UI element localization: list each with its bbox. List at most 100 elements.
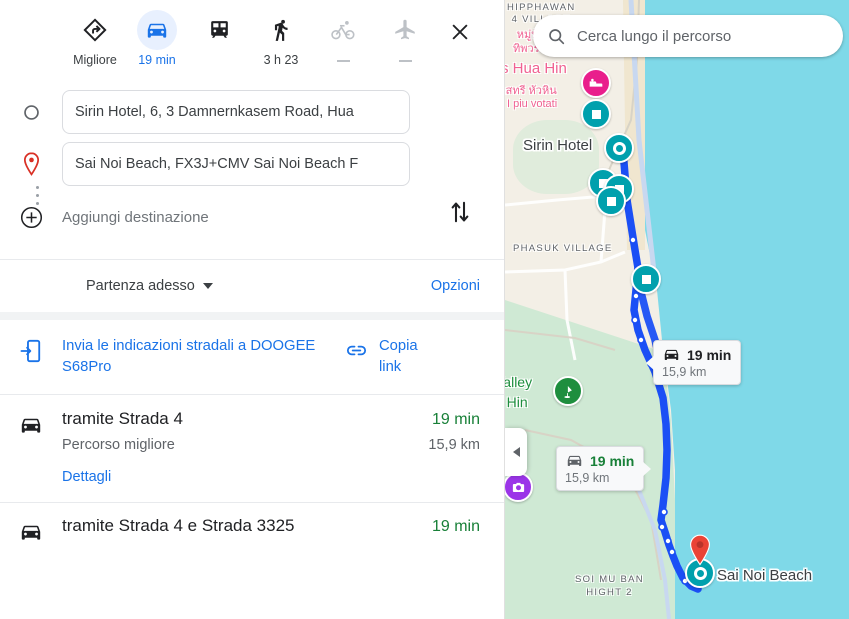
- car-icon: [21, 525, 41, 540]
- badge-tail: [646, 355, 655, 371]
- route-option-primary[interactable]: tramite Strada 4 19 min Percorso miglior…: [0, 395, 504, 502]
- circle-outline-icon: [23, 104, 39, 120]
- destination-input[interactable]: Sai Noi Beach, FX3J+CMV Sai Noi Beach F: [62, 142, 410, 186]
- flights-bubble: [385, 10, 425, 50]
- add-destination-icon-wrap: [0, 206, 62, 229]
- route-primary-body: tramite Strada 4 19 min Percorso miglior…: [62, 409, 504, 486]
- bicycle-icon: [331, 21, 355, 40]
- route-car-icon-wrap: [0, 409, 62, 486]
- route-primary-time: 19 min: [431, 411, 480, 428]
- route-option-alternate[interactable]: tramite Strada 4 e Strada 3325 19 min: [0, 503, 504, 561]
- endpoints-section: Sirin Hotel, 6, 3 Damnernkasem Road, Hua…: [0, 79, 504, 259]
- transit-bubble: [199, 10, 239, 50]
- link-icon: [346, 345, 367, 356]
- origin-row: Sirin Hotel, 6, 3 Damnernkasem Road, Hua: [0, 86, 504, 138]
- route-options-link[interactable]: Opzioni: [431, 278, 480, 294]
- car-icon: [664, 349, 679, 361]
- badge-primary-row: 19 min: [662, 345, 731, 364]
- square-glyph: [606, 196, 616, 206]
- origin-value: Sirin Hotel, 6, 3 Damnernkasem Road, Hua: [75, 104, 354, 120]
- poi-teal-route[interactable]: [631, 264, 661, 294]
- send-to-phone-icon-wrap: [0, 336, 62, 364]
- golf-icon: [563, 385, 572, 398]
- route-primary-subtitle: Percorso migliore: [62, 437, 175, 453]
- route-alt-line1: tramite Strada 4 e Strada 3325 19 min: [62, 516, 480, 536]
- tab-flights-dash: [398, 60, 412, 62]
- cycling-bubble: [323, 10, 363, 50]
- best-route-bubble: [75, 10, 115, 50]
- tab-walking-label: 3 h 23: [263, 53, 299, 67]
- flight-icon: [395, 19, 415, 40]
- destination-row: Sai Noi Beach, FX3J+CMV Sai Noi Beach F: [0, 138, 504, 190]
- map-canvas[interactable]: Cerca lungo il percorso HIPPHAWAN 4 VILL…: [505, 0, 849, 619]
- poi-golf-green[interactable]: [553, 376, 583, 406]
- copy-link-label: Copia link: [379, 338, 418, 375]
- transit-icon: [210, 20, 228, 38]
- close-icon: [452, 24, 468, 40]
- destination-pin-icon: [23, 152, 39, 176]
- destination-pin-marker[interactable]: [688, 534, 710, 566]
- car-icon: [21, 418, 41, 433]
- collapse-panel-button[interactable]: [505, 428, 527, 476]
- section-gap: [0, 312, 504, 320]
- poi-sirin-hotel[interactable]: [604, 133, 634, 163]
- badge-alternate-distance: 15,9 km: [565, 471, 610, 485]
- maps-directions-screen: Migliore 19 min 3 h 23 Sirin Hotel, 6, 3…: [0, 0, 849, 619]
- travel-mode-tabs: Migliore 19 min 3 h 23: [0, 0, 504, 79]
- tab-driving[interactable]: 19 min: [126, 6, 188, 67]
- search-along-route-bar[interactable]: Cerca lungo il percorso: [533, 15, 843, 57]
- route-primary-details-link[interactable]: Dettagli: [62, 469, 111, 485]
- tab-transit[interactable]: [188, 6, 250, 53]
- selected-ring-glyph: [612, 141, 626, 155]
- route-alt-time: 19 min: [431, 518, 480, 535]
- route-primary-distance: 15,9 km: [428, 437, 480, 453]
- departure-time-dropdown[interactable]: Partenza adesso: [86, 278, 213, 294]
- square-glyph: [591, 109, 601, 119]
- send-directions-link[interactable]: Invia le indicazioni stradali a DOOGEE S…: [62, 336, 332, 378]
- destination-icon-wrap: [0, 152, 62, 176]
- badge-tail: [642, 461, 652, 477]
- close-directions-button[interactable]: [440, 12, 480, 52]
- bed-icon: [589, 78, 603, 87]
- route-alt-title: tramite Strada 4 e Strada 3325: [62, 516, 295, 535]
- poi-teal-c[interactable]: [596, 186, 626, 216]
- endpoint-connector-dots: [36, 186, 39, 205]
- chevron-left-icon: [512, 447, 520, 457]
- chevron-down-icon: [202, 283, 213, 289]
- copy-link-button[interactable]: Copia link: [344, 336, 435, 378]
- badge-primary-time: 19 min: [687, 346, 732, 363]
- send-directions-row: Invia le indicazioni stradali a DOOGEE S…: [0, 320, 504, 394]
- tab-flights[interactable]: [374, 6, 436, 62]
- badge-primary-distance: 15,9 km: [662, 365, 707, 379]
- tab-best-route-label: Migliore: [73, 53, 117, 67]
- tab-cycling-dash: [336, 60, 350, 62]
- departure-time-label: Partenza adesso: [86, 278, 195, 294]
- square-glyph: [641, 274, 651, 284]
- poi-hotel-pink[interactable]: [581, 68, 611, 98]
- origin-icon-wrap: [0, 104, 62, 121]
- swap-vertical-icon: [451, 201, 469, 223]
- add-destination-button[interactable]: Aggiungi destinazione: [0, 194, 504, 240]
- tab-walking[interactable]: 3 h 23: [250, 6, 312, 67]
- origin-input[interactable]: Sirin Hotel, 6, 3 Damnernkasem Road, Hua: [62, 90, 410, 134]
- departure-options-row: Partenza adesso Opzioni: [0, 260, 504, 312]
- add-destination-label: Aggiungi destinazione: [62, 208, 209, 226]
- badge-alternate-row: 19 min: [565, 451, 634, 470]
- tab-cycling[interactable]: [312, 6, 374, 62]
- directions-panel: Migliore 19 min 3 h 23 Sirin Hotel, 6, 3…: [0, 0, 505, 619]
- poi-teal-upper[interactable]: [581, 99, 611, 129]
- camera-icon: [512, 482, 524, 492]
- tab-best-route[interactable]: Migliore: [64, 6, 126, 67]
- route-badge-primary[interactable]: 19 min 15,9 km: [646, 340, 742, 385]
- car-icon: [147, 23, 167, 38]
- destination-value: Sai Noi Beach, FX3J+CMV Sai Noi Beach F: [75, 156, 359, 172]
- plus-circle-icon: [20, 206, 42, 228]
- swap-endpoints-button[interactable]: [440, 192, 480, 232]
- search-icon: [549, 28, 565, 44]
- best-route-icon: [83, 18, 107, 42]
- route-badge-alternate[interactable]: 19 min 15,9 km: [556, 446, 652, 491]
- driving-bubble: [137, 10, 177, 50]
- route-alt-body: tramite Strada 4 e Strada 3325 19 min: [62, 516, 504, 545]
- car-icon: [567, 455, 582, 467]
- route-primary-line1: tramite Strada 4 19 min: [62, 409, 480, 429]
